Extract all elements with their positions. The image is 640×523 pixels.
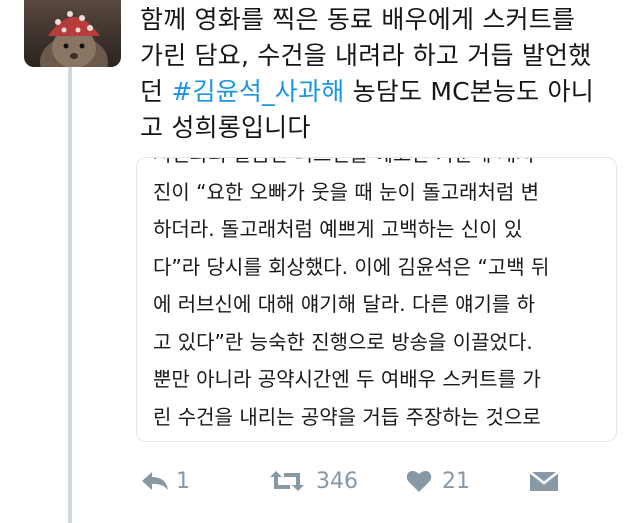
article-line: 뿐만 아니라 공약시간엔 두 여배우 스커트를 가 — [153, 367, 541, 391]
retweet-button[interactable]: 346 — [268, 461, 358, 501]
retweet-icon — [268, 469, 306, 493]
tweet-text: 함께 영화를 찍은 동료 배우에게 스커트를 가린 담요, 수건을 내려라 하고… — [140, 2, 620, 146]
direct-message-button[interactable] — [529, 461, 559, 501]
retweet-count: 346 — [316, 468, 358, 494]
tweet-line-suffix: 농담도 MC본능도 아니 — [344, 77, 594, 106]
avatar[interactable] — [24, 0, 121, 67]
direct-message-icon — [529, 469, 559, 493]
article-line: 고 있다”란 능숙한 진행으로 방송을 이끌었다. — [153, 329, 533, 354]
article-line: 하더라. 돌고래처럼 예쁘게 고백하는 신이 있 — [153, 217, 523, 241]
tweet-line: 고 성희롱입니다 — [140, 113, 311, 142]
article-line: 에 러브신에 대해 얘기해 달라. 다른 얘기를 하 — [153, 292, 536, 316]
article-line: 서신과의 날씀안 러브신을 예고안 가운네 새서 — [153, 158, 598, 174]
like-count: 21 — [442, 468, 470, 494]
tweet-line: 던 #김윤석_사과해 농담도 MC본능도 아니 — [140, 74, 620, 110]
reply-button[interactable]: 1 — [140, 461, 190, 501]
article-line: 진이 “요한 오빠가 웃을 때 눈이 돌고래처럼 변 — [153, 179, 540, 204]
tweet-line-prefix: 던 — [140, 77, 172, 106]
tweet-actions: 1 346 21 — [140, 461, 600, 501]
attached-image-card[interactable]: 서신과의 날씀안 러브신을 예고안 가운네 새서 진이 “요한 오빠가 웃을 때… — [136, 157, 617, 442]
tweet-line: 함께 영화를 찍은 동료 배우에게 스커트를 — [140, 5, 576, 34]
heart-icon — [406, 469, 432, 493]
like-button[interactable]: 21 — [406, 461, 470, 501]
reply-count: 1 — [176, 468, 190, 494]
tweet-line: 가린 담요, 수건을 내려라 하고 거듭 발언했 — [140, 41, 592, 70]
article-excerpt: 서신과의 날씀안 러브신을 예고안 가운네 새서 진이 “요한 오빠가 웃을 때… — [137, 158, 616, 436]
article-line: 린 수건을 내리는 공약을 거듭 주장하는 것으로 — [153, 404, 541, 429]
avatar-image — [40, 11, 108, 67]
reply-icon — [140, 470, 170, 492]
hashtag-link[interactable]: #김윤석_사과해 — [171, 77, 344, 106]
article-line: 다”라 당시를 회상했다. 이에 김윤석은 “고백 뒤 — [153, 254, 550, 279]
thread-line — [68, 67, 72, 523]
